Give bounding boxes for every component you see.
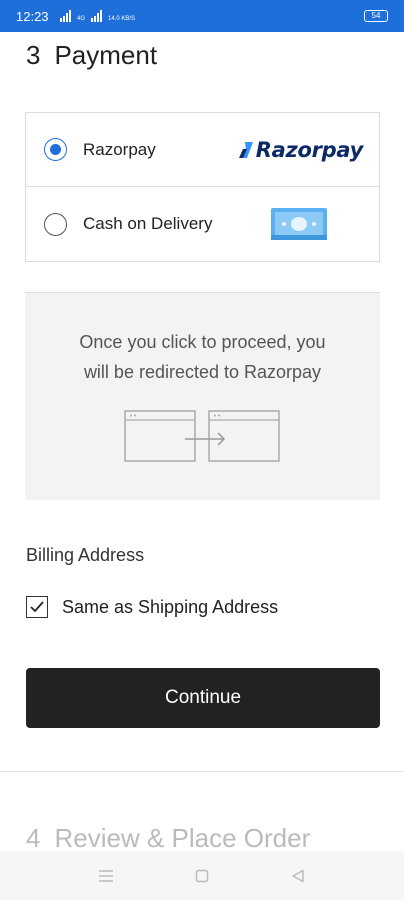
review-section-title[interactable]: 4 Review & Place Order <box>26 823 310 854</box>
option-label-razorpay: Razorpay <box>83 139 156 159</box>
checkmark-icon <box>30 601 44 613</box>
payment-section-title: 3 Payment <box>26 40 157 71</box>
redirect-info-text: Once you click to proceed, you will be r… <box>25 327 380 387</box>
battery-level: 54 <box>371 11 381 20</box>
navigation-bar <box>0 851 404 900</box>
radio-razorpay[interactable] <box>44 138 67 161</box>
same-as-shipping-checkbox[interactable] <box>26 596 48 618</box>
redirect-window-icon <box>124 410 280 462</box>
battery-icon: 54 <box>364 10 388 22</box>
razorpay-logo: Razorpay <box>236 138 363 162</box>
option-label-cod: Cash on Delivery <box>83 214 213 233</box>
radio-cod[interactable] <box>44 212 67 236</box>
status-bar: 12:23 4G 14.0 KB/S 54 <box>0 0 404 32</box>
payment-option-cod[interactable]: Cash on Delivery <box>26 187 379 261</box>
next-step-title: Review & Place Order <box>54 823 311 853</box>
next-step-number: 4 <box>26 823 41 853</box>
redirect-info-box: Once you click to proceed, you will be r… <box>25 292 380 500</box>
step-title: Payment <box>54 40 158 70</box>
step-number: 3 <box>26 40 41 70</box>
redirect-info-line-2: will be redirected to Razorpay <box>83 362 322 382</box>
razorpay-logo-icon <box>238 141 253 158</box>
network-type: 4G <box>77 16 86 22</box>
same-as-shipping-label: Same as Shipping Address <box>62 596 279 617</box>
cash-icon <box>271 208 327 240</box>
back-icon[interactable] <box>289 867 307 885</box>
signal-icon <box>60 10 71 22</box>
same-as-shipping-row[interactable]: Same as Shipping Address <box>26 596 278 618</box>
redirect-info-line-1: Once you click to proceed, you <box>79 332 326 352</box>
status-time: 12:23 <box>16 9 49 24</box>
home-icon[interactable] <box>193 867 211 885</box>
billing-address-title: Billing Address <box>26 545 145 565</box>
section-divider <box>0 771 404 772</box>
menu-icon[interactable] <box>97 867 115 885</box>
payment-options: Razorpay Razorpay Cash on Delivery <box>25 112 380 262</box>
signal-indicators: 4G 14.0 KB/S <box>60 10 135 22</box>
razorpay-logo-text: Razorpay <box>255 137 364 162</box>
continue-button[interactable]: Continue <box>26 668 380 728</box>
network-speed: 14.0 KB/S <box>108 16 136 22</box>
continue-button-label: Continue <box>164 687 242 708</box>
payment-option-razorpay[interactable]: Razorpay Razorpay <box>26 113 379 187</box>
signal-icon-2 <box>91 10 103 22</box>
